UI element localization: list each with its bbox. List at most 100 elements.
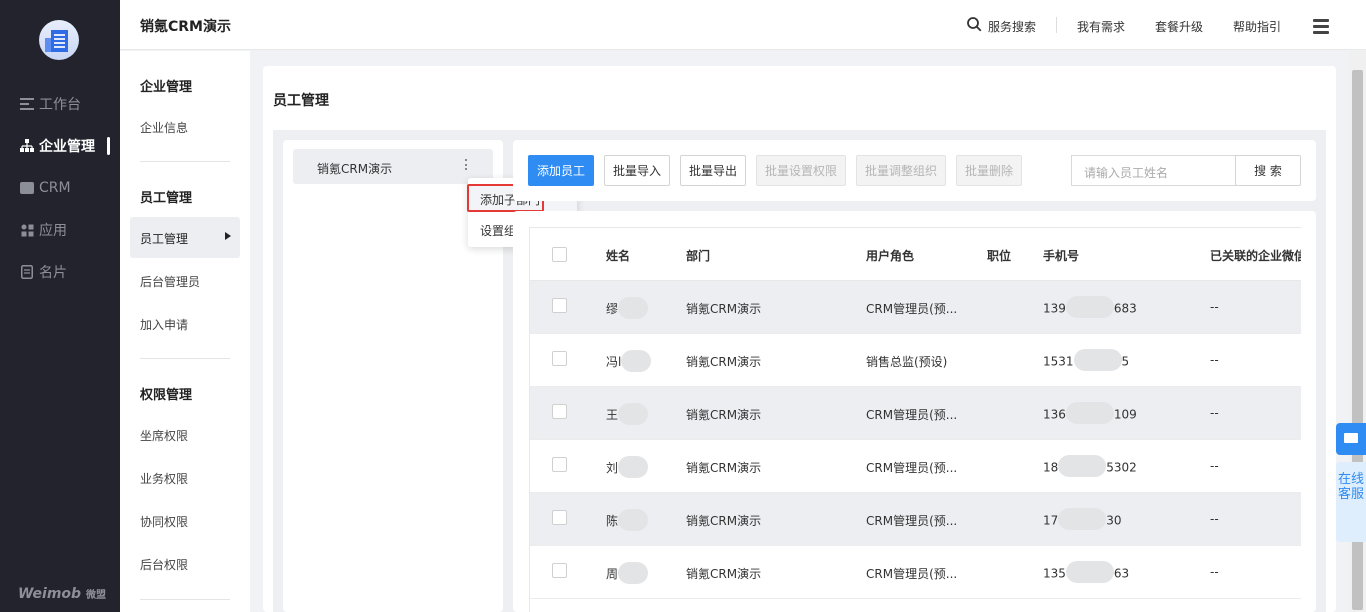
cell-name-text: 缪 bbox=[606, 302, 619, 316]
submenu-divider bbox=[140, 358, 230, 359]
nav-item-label: CRM bbox=[39, 180, 71, 196]
cell-name: 王 bbox=[606, 402, 649, 425]
header-link-needs[interactable]: 我有需求 bbox=[1077, 18, 1125, 35]
employee-search-input[interactable]: 请输入员工姓名 bbox=[1071, 155, 1237, 186]
more-vertical-icon[interactable] bbox=[465, 159, 468, 173]
redacted-mask bbox=[1065, 402, 1114, 424]
brand-cn: 微盟 bbox=[85, 590, 106, 601]
table-row[interactable]: 缪 销氪CRM演示 CRM管理员(预... 139 683 -- bbox=[530, 281, 1301, 334]
column-header-role: 用户角色 bbox=[866, 249, 915, 263]
batch-adjust-org-button[interactable]: 批量调整组织 bbox=[856, 155, 946, 186]
nav-item-card[interactable]: 名片 bbox=[0, 251, 120, 293]
cell-phone-prefix: 139 bbox=[1043, 301, 1066, 316]
search-button[interactable]: 搜 索 bbox=[1235, 155, 1301, 186]
submenu-item-seat-perm[interactable]: 坐席权限 bbox=[140, 427, 188, 444]
submenu-item-admins[interactable]: 后台管理员 bbox=[140, 273, 200, 290]
nav-item-apps[interactable]: 应用 bbox=[0, 209, 120, 251]
cell-name-text: 刘 bbox=[606, 461, 619, 475]
submenu-item-business-perm[interactable]: 业务权限 bbox=[140, 470, 188, 487]
row-checkbox[interactable] bbox=[552, 351, 567, 366]
cell-role: CRM管理员(预... bbox=[866, 567, 958, 581]
app-title: 销氪CRM演示 bbox=[140, 19, 231, 35]
header-link-upgrade[interactable]: 套餐升级 bbox=[1155, 18, 1203, 35]
cell-phone-suffix: 30 bbox=[1106, 513, 1122, 528]
search-icon bbox=[967, 17, 982, 32]
redacted-mask bbox=[1065, 296, 1114, 318]
submenu-item-label: 员工管理 bbox=[140, 232, 189, 246]
submenu-group-title: 企业管理 bbox=[140, 80, 193, 95]
nav-item-enterprise[interactable]: 企业管理 bbox=[0, 125, 120, 167]
row-checkbox[interactable] bbox=[552, 563, 567, 578]
table-row[interactable]: 陈销氪CRM演示 CRM管理员(预... 17 30 -- bbox=[530, 493, 1301, 546]
cell-role: CRM管理员(预... bbox=[866, 408, 958, 422]
cell-name-text: 冯l bbox=[606, 355, 622, 369]
submenu-item-collab-perm[interactable]: 协同权限 bbox=[140, 513, 188, 530]
crm-icon bbox=[20, 181, 34, 195]
redacted-mask bbox=[1058, 508, 1107, 530]
nav-item-crm[interactable]: CRM bbox=[0, 167, 120, 209]
batch-delete-button[interactable]: 批量删除 bbox=[956, 155, 1022, 186]
tree-node-label: 销氪CRM演示 bbox=[317, 162, 393, 176]
batch-import-button[interactable]: 批量导入 bbox=[604, 155, 670, 186]
cell-phone: 1531 5 bbox=[1043, 349, 1130, 371]
cell-wecom: -- bbox=[1210, 406, 1219, 420]
cell-wecom: -- bbox=[1210, 353, 1219, 367]
cell-name: 周 bbox=[606, 561, 649, 584]
service-search-label: 服务搜索 bbox=[988, 20, 1037, 34]
table-row[interactable]: 周 销氪CRM演示 CRM管理员(预... 135 63 -- bbox=[530, 546, 1301, 599]
table-row[interactable]: 王 销氪CRM演示 CRM管理员(预... 136 109 -- bbox=[530, 387, 1301, 440]
nav-item-label: 工作台 bbox=[39, 97, 81, 113]
cell-phone: 17 30 bbox=[1043, 508, 1122, 530]
table-row[interactable]: 刘 销氪CRM演示 CRM管理员(预... 18 5302 -- bbox=[530, 440, 1301, 493]
cell-wecom: -- bbox=[1210, 565, 1219, 579]
cell-phone-prefix: 135 bbox=[1043, 566, 1066, 581]
nav-item-workbench[interactable]: 工作台 bbox=[0, 83, 120, 125]
row-checkbox[interactable] bbox=[552, 510, 567, 525]
top-header: 销氪CRM演示 服务搜索 我有需求 套餐升级 帮助指引 bbox=[120, 0, 1366, 50]
batch-export-button[interactable]: 批量导出 bbox=[680, 155, 746, 186]
cell-name: 刘 bbox=[606, 455, 649, 478]
page-title: 员工管理 bbox=[273, 93, 329, 109]
dashboard-icon bbox=[20, 97, 34, 111]
cell-phone-suffix: 683 bbox=[1113, 301, 1137, 316]
employee-toolbar: 添加员工 批量导入 批量导出 批量设置权限 批量调整组织 批量删除 请输入员工姓… bbox=[513, 140, 1316, 201]
row-checkbox[interactable] bbox=[552, 404, 567, 419]
cell-phone: 136 109 bbox=[1043, 402, 1137, 424]
column-header-dept: 部门 bbox=[686, 249, 711, 263]
chat-icon[interactable] bbox=[1336, 423, 1366, 455]
brand-text: Weimob bbox=[18, 586, 82, 602]
batch-set-permission-button[interactable]: 批量设置权限 bbox=[756, 155, 846, 186]
tree-node-root[interactable]: 销氪CRM演示 bbox=[293, 149, 493, 184]
submenu-divider bbox=[140, 161, 230, 162]
table-row[interactable]: 冯l 销氪CRM演示 销售总监(预设) 1531 5 -- bbox=[530, 334, 1301, 387]
cell-name: 冯l bbox=[606, 349, 652, 372]
submenu-item-company-info[interactable]: 企业信息 bbox=[140, 119, 188, 136]
header-link-help[interactable]: 帮助指引 bbox=[1233, 18, 1281, 35]
column-header-wecom: 已关联的企业微信 bbox=[1210, 249, 1301, 263]
app-logo[interactable] bbox=[39, 20, 79, 60]
cell-phone: 135 63 bbox=[1043, 561, 1129, 583]
redacted-mask bbox=[618, 455, 649, 478]
cell-dept: 销氪CRM演示 bbox=[686, 408, 762, 422]
submenu-item-admin-perm[interactable]: 后台权限 bbox=[140, 556, 188, 573]
select-all-checkbox[interactable] bbox=[552, 247, 567, 262]
table-header: 姓名 部门 用户角色 职位 手机号 已关联的企业微信 bbox=[530, 228, 1301, 281]
submenu-item-employee-management[interactable]: 员工管理 bbox=[130, 217, 240, 258]
online-service-button[interactable]: 在线客服 bbox=[1336, 462, 1366, 542]
cell-role: 销售总监(预设) bbox=[866, 355, 948, 369]
cell-name-text: 陈 bbox=[606, 514, 619, 528]
cell-dept: 销氪CRM演示 bbox=[686, 514, 762, 528]
add-employee-button[interactable]: 添加员工 bbox=[528, 155, 594, 186]
nav-item-label: 名片 bbox=[39, 265, 67, 281]
menu-icon[interactable] bbox=[1313, 19, 1329, 34]
row-checkbox[interactable] bbox=[552, 457, 567, 472]
column-header-position: 职位 bbox=[987, 249, 1012, 263]
cell-name-text: 周 bbox=[606, 567, 619, 581]
row-checkbox[interactable] bbox=[552, 298, 567, 313]
service-search-link[interactable]: 服务搜索 bbox=[967, 17, 1037, 35]
cell-phone-suffix: 5 bbox=[1121, 354, 1130, 369]
caret-right-icon bbox=[225, 232, 231, 240]
submenu-item-join-requests[interactable]: 加入申请 bbox=[140, 316, 188, 333]
cell-phone-suffix: 109 bbox=[1113, 407, 1137, 422]
cell-dept: 销氪CRM演示 bbox=[686, 567, 762, 581]
